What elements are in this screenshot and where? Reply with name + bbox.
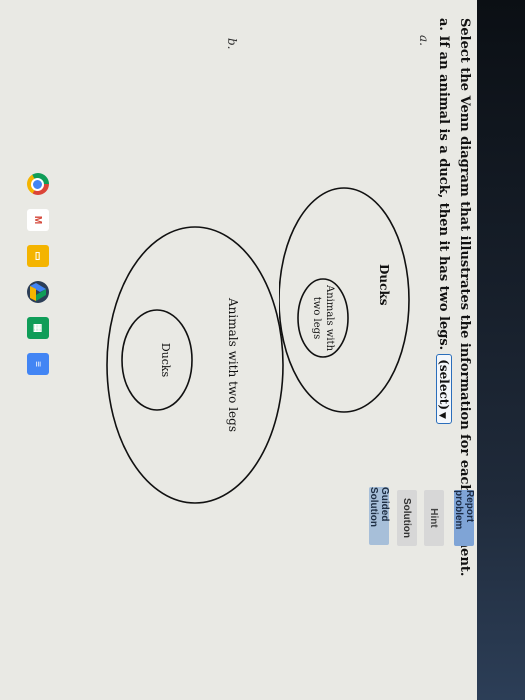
statement-text: a. If an animal is a duck, then it has t… [436, 18, 452, 351]
drive-icon[interactable] [27, 281, 49, 303]
venn-a-inner-circle [297, 278, 349, 358]
answer-select-value: (select) [437, 359, 451, 411]
chrome-icon[interactable] [27, 173, 49, 195]
venn-a-inner-label-2: two legs [311, 297, 322, 339]
docs-icon[interactable]: ≡ [27, 353, 49, 375]
answer-select[interactable]: (select)▼ [436, 354, 452, 424]
hint-button[interactable]: Hint [424, 490, 444, 546]
venn-diagram-b[interactable]: Animals with two legs Ducks [102, 215, 287, 515]
statement-row: a. If an animal is a duck, then it has t… [436, 18, 452, 424]
option-a-label: a. [417, 35, 431, 46]
venn-b-inner-label: Ducks [159, 343, 172, 378]
venn-b-outer-label: Animals with two legs [226, 297, 240, 432]
guided-solution-button[interactable]: Guided Solution [368, 487, 390, 545]
solution-button[interactable]: Solution [397, 490, 417, 546]
venn-b-inner-circle [121, 309, 193, 411]
taskbar-apps: M ▭ ▦ ≡ [27, 173, 49, 375]
venn-b-outer-circle [106, 226, 284, 504]
report-problem-button[interactable]: Report problem [453, 490, 475, 546]
option-b-label: b. [225, 38, 239, 50]
taskbar [477, 0, 525, 700]
sheets-icon[interactable]: ▦ [27, 317, 49, 339]
chevron-down-icon: ▼ [437, 412, 447, 419]
gmail-icon[interactable]: M [27, 209, 49, 231]
problem-screen: Select the Venn diagram that illustrates… [0, 0, 477, 700]
venn-diagram-a[interactable]: Ducks Animals with two legs [279, 180, 419, 420]
venn-a-outer-label: Ducks [377, 264, 391, 306]
slides-icon[interactable]: ▭ [27, 245, 49, 267]
venn-a-inner-label-1: Animals with [324, 284, 335, 352]
